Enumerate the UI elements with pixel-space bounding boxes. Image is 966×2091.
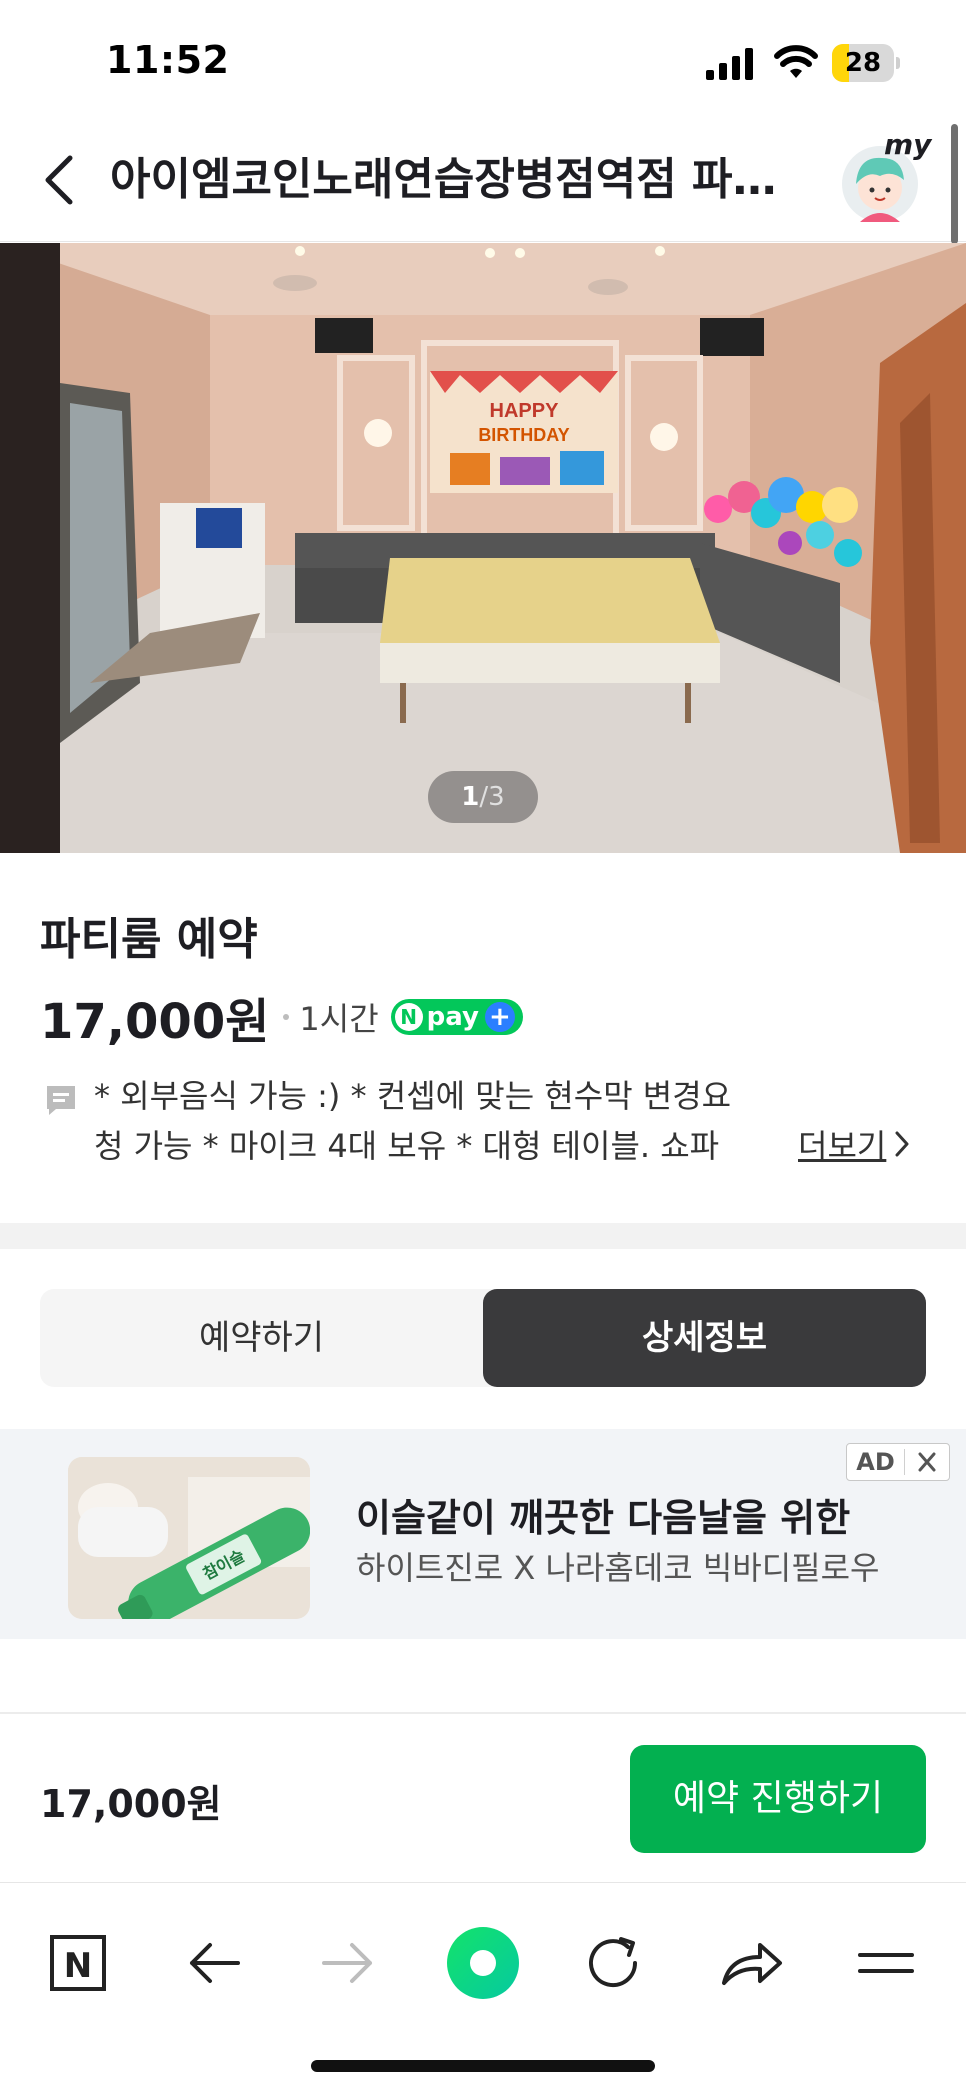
ad-title: 이슬같이 깨끗한 다음날을 위한 (356, 1496, 851, 1540)
photo-gallery[interactable]: HAPPY BIRTHDAY 1/3 (0, 243, 966, 853)
section-divider (0, 1223, 966, 1249)
description-text: * 외부음식 가능 :) * 컨셉에 맞는 현수막 변경요 청 가능 * 마이크… (94, 1071, 774, 1171)
green-dot-button-icon[interactable] (443, 1923, 523, 2003)
chevron-left-icon[interactable] (36, 150, 86, 210)
product-info: 파티룸 예약 17,000원 1시간 N pay + * 외부음식 가능 :) … (0, 853, 966, 1223)
naver-home-icon[interactable]: N (38, 1923, 118, 2003)
photo-counter-separator: / (479, 782, 489, 812)
npay-plus-icon: + (484, 1002, 515, 1032)
status-time: 11:52 (106, 38, 230, 82)
ad-subtitle: 하이트진로 X 나라홈데코 빅바디필로우 (356, 1549, 880, 1587)
home-indicator (311, 2060, 655, 2072)
tab-reservation[interactable]: 예약하기 (40, 1289, 483, 1387)
more-label: 더보기 (798, 1127, 887, 1165)
share-icon[interactable] (710, 1923, 790, 2003)
reload-icon[interactable] (575, 1923, 655, 2003)
npay-label: pay (426, 1002, 479, 1032)
proceed-reservation-button[interactable]: 예약 진행하기 (630, 1745, 926, 1853)
banner-text-2: BIRTHDAY (478, 425, 569, 445)
status-bar: 11:52 28 (0, 0, 966, 120)
description-line-1: * 외부음식 가능 :) * 컨셉에 맞는 현수막 변경요 (94, 1077, 732, 1115)
ad-label: AD (847, 1449, 905, 1475)
ad-image: 참이슬 (68, 1457, 310, 1619)
page-title: 아이엠코인노래연습장병점역점 파티룸 (110, 154, 800, 205)
total-price: 17,000원 (40, 1782, 222, 1826)
tab-details[interactable]: 상세정보 (483, 1289, 926, 1387)
room-photo: HAPPY BIRTHDAY (0, 243, 966, 853)
avatar-my-label: my (884, 128, 932, 161)
product-title: 파티룸 예약 (40, 914, 258, 965)
photo-counter-current: 1 (461, 782, 480, 812)
bottom-bar-divider (0, 1712, 966, 1714)
more-link[interactable]: 더보기 (798, 1121, 912, 1167)
page-header: 아이엠코인노래연습장병점역점 파티룸 my (0, 120, 966, 242)
forward-arrow-icon[interactable] (308, 1923, 388, 2003)
scroll-indicator (951, 124, 958, 244)
ad-badge: AD (846, 1443, 950, 1481)
battery-level: 28 (844, 48, 882, 78)
close-icon[interactable] (905, 1444, 949, 1480)
wifi-icon (774, 45, 818, 78)
menu-icon[interactable] (846, 1923, 926, 2003)
browser-toolbar: N (0, 1882, 966, 2091)
photo-counter-total: 3 (488, 782, 505, 812)
npay-badge: N pay + (390, 999, 523, 1035)
naver-letter: N (64, 1946, 92, 1986)
banner-text-1: HAPPY (490, 400, 560, 422)
price-row: 17,000원 1시간 N pay + (40, 987, 523, 1050)
back-arrow-icon[interactable] (174, 1923, 254, 2003)
signal-icon (706, 48, 753, 80)
description-icon (47, 1086, 75, 1115)
chevron-right-icon (895, 1131, 909, 1157)
tab-bar: 예약하기 상세정보 (40, 1289, 926, 1387)
my-avatar-button[interactable]: my (838, 128, 931, 224)
battery-icon: 28 (832, 44, 900, 82)
separator-dot (283, 1014, 290, 1020)
duration: 1시간 (299, 1000, 379, 1038)
photo-counter: 1/3 (428, 771, 538, 823)
description-line-2: 청 가능 * 마이크 4대 보유 * 대형 테이블. 쇼파 (94, 1127, 720, 1165)
price: 17,000원 (40, 994, 270, 1050)
ad-banner[interactable]: 참이슬 이슬같이 깨끗한 다음날을 위한 하이트진로 X 나라홈데코 빅바디필로… (0, 1429, 966, 1639)
npay-n-icon: N (394, 1003, 423, 1031)
